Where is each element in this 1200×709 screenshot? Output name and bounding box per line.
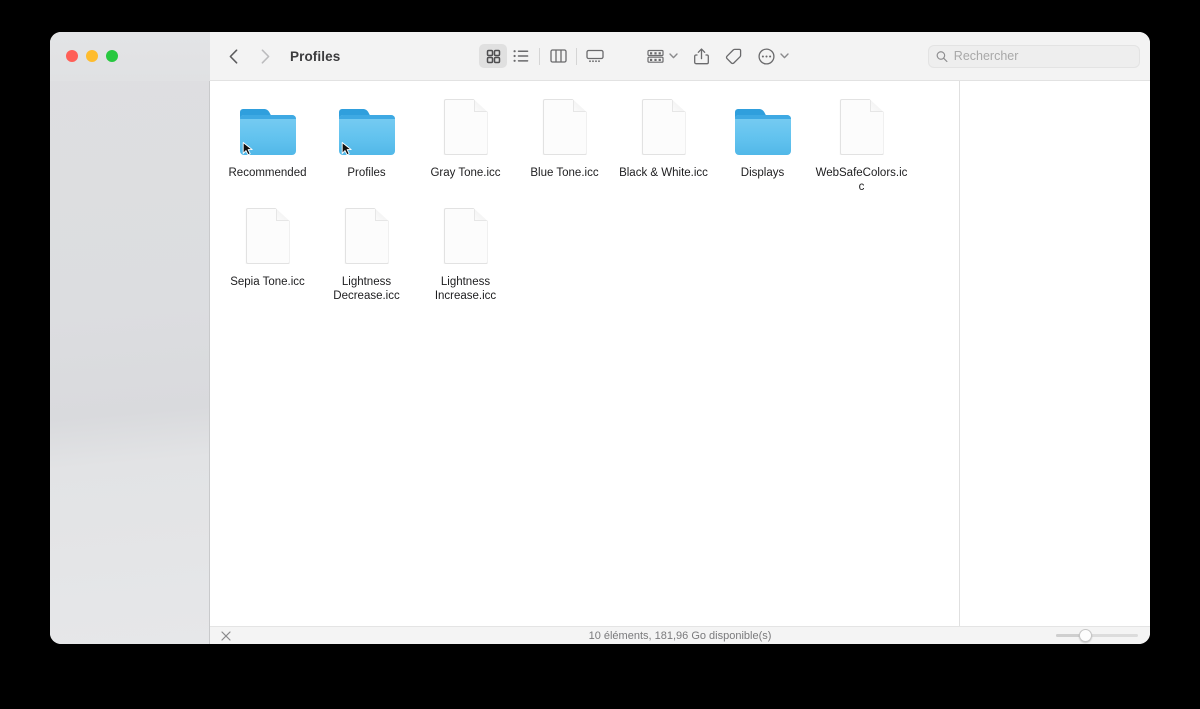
list-icon bbox=[513, 50, 529, 62]
file-name-label: Lightness Decrease.icc bbox=[333, 276, 400, 302]
document-icon bbox=[533, 95, 597, 159]
finder-window: Profiles Rechercher Recommended Profiles… bbox=[50, 32, 1150, 644]
file-item[interactable]: Lightness Increase.icc bbox=[416, 204, 515, 303]
toolbar-divider bbox=[539, 47, 541, 65]
alias-arrow-icon bbox=[341, 142, 352, 156]
search-field[interactable] bbox=[927, 44, 1140, 68]
folder-item[interactable]: Displays bbox=[713, 95, 812, 194]
status-text: 10 éléments, 181,96 Go disponible(s) bbox=[588, 629, 772, 642]
ellipsis-circle-icon bbox=[758, 47, 775, 65]
file-icon-grid: Recommended Profiles Gray Tone.icc Blue To… bbox=[218, 95, 951, 313]
file-name-label: Recommended bbox=[228, 167, 307, 179]
group-by-button[interactable] bbox=[647, 44, 678, 68]
sidebar bbox=[50, 32, 210, 644]
back-button[interactable] bbox=[225, 46, 241, 66]
search-container bbox=[927, 44, 1140, 68]
file-item[interactable]: Lightness Decrease.icc bbox=[317, 204, 416, 303]
file-browser-content[interactable]: Recommended Profiles Gray Tone.icc Blue To… bbox=[210, 81, 960, 626]
share-icon bbox=[694, 47, 710, 64]
file-name-label: Black & White.icc bbox=[619, 167, 708, 179]
icon-size-slider[interactable] bbox=[1056, 629, 1138, 643]
share-button[interactable] bbox=[694, 44, 710, 68]
file-item[interactable]: Blue Tone.icc bbox=[515, 95, 614, 194]
tags-button[interactable] bbox=[725, 44, 742, 68]
view-mode-group bbox=[479, 44, 609, 68]
document-icon bbox=[830, 95, 894, 159]
folder-icon bbox=[335, 95, 399, 159]
more-options-button[interactable] bbox=[758, 44, 789, 68]
group-icon bbox=[647, 49, 664, 63]
folder-icon bbox=[731, 95, 795, 159]
forward-button[interactable] bbox=[257, 46, 273, 66]
close-window-button[interactable] bbox=[66, 50, 78, 62]
file-name-label: Lightness Increase.icc bbox=[434, 276, 497, 302]
traffic-light-group bbox=[66, 50, 118, 62]
file-name-label: Displays bbox=[740, 167, 785, 179]
alias-arrow-icon bbox=[242, 142, 253, 156]
preview-pane bbox=[961, 81, 1150, 626]
toolbar-divider-2 bbox=[576, 47, 578, 65]
file-name-label: Blue Tone.icc bbox=[530, 167, 599, 179]
file-name-label: Gray Tone.icc bbox=[430, 167, 501, 179]
document-icon bbox=[434, 95, 498, 159]
toolbar-center-controls bbox=[479, 44, 789, 68]
document-icon bbox=[236, 204, 300, 268]
column-view-button[interactable] bbox=[544, 44, 572, 68]
file-name-label: Sepia Tone.icc bbox=[230, 276, 305, 288]
chevron-down-icon bbox=[669, 53, 678, 59]
search-input[interactable] bbox=[953, 49, 1132, 63]
columns-icon bbox=[550, 49, 567, 63]
file-item[interactable]: Black & White.icc bbox=[614, 95, 713, 194]
search-icon bbox=[936, 50, 948, 62]
document-icon bbox=[434, 204, 498, 268]
file-name-label: Profiles bbox=[347, 167, 386, 179]
chevron-left-icon bbox=[229, 48, 237, 64]
minimize-window-button[interactable] bbox=[86, 50, 98, 62]
grid-icon bbox=[486, 49, 500, 63]
file-name-label: WebSafeColors.icc bbox=[815, 167, 908, 193]
tag-icon bbox=[726, 48, 742, 64]
screen: Profiles Rechercher Recommended Profiles… bbox=[0, 0, 1200, 709]
status-bar: 10 éléments, 181,96 Go disponible(s) bbox=[210, 626, 1150, 644]
file-item[interactable]: Gray Tone.icc bbox=[416, 95, 515, 194]
list-view-button[interactable] bbox=[507, 44, 535, 68]
gallery-icon bbox=[586, 49, 604, 63]
document-icon bbox=[632, 95, 696, 159]
maximize-window-button[interactable] bbox=[106, 50, 118, 62]
page-title: Profiles bbox=[290, 48, 341, 64]
toolbar: Profiles bbox=[210, 32, 1150, 81]
file-item[interactable]: WebSafeColors.icc bbox=[812, 95, 911, 194]
navigation-arrows bbox=[225, 46, 273, 66]
folder-icon bbox=[236, 95, 300, 159]
slider-knob[interactable] bbox=[1078, 629, 1092, 642]
folder-item[interactable]: Profiles bbox=[317, 95, 416, 194]
chevron-down-icon-2 bbox=[780, 53, 789, 59]
chevron-right-icon bbox=[261, 48, 269, 64]
icon-view-button[interactable] bbox=[479, 44, 508, 68]
file-item[interactable]: Sepia Tone.icc bbox=[218, 204, 317, 303]
document-icon bbox=[335, 204, 399, 268]
folder-item[interactable]: Recommended bbox=[218, 95, 317, 194]
gallery-view-button[interactable] bbox=[581, 44, 609, 68]
